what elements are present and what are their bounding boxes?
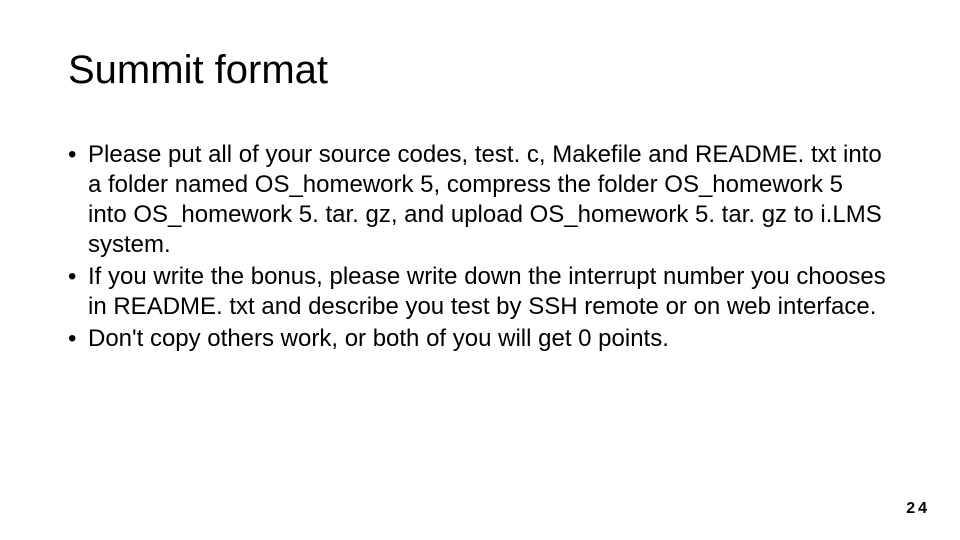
bullet-item: Don't copy others work, or both of you w…	[68, 324, 888, 354]
page-number: 24	[906, 500, 930, 518]
bullet-item: Please put all of your source codes, tes…	[68, 140, 888, 260]
bullet-item: If you write the bonus, please write dow…	[68, 262, 888, 322]
slide-content: Please put all of your source codes, tes…	[68, 140, 888, 356]
slide: Summit format Please put all of your sou…	[0, 0, 960, 540]
bullet-list: Please put all of your source codes, tes…	[68, 140, 888, 354]
slide-title: Summit format	[68, 48, 328, 93]
